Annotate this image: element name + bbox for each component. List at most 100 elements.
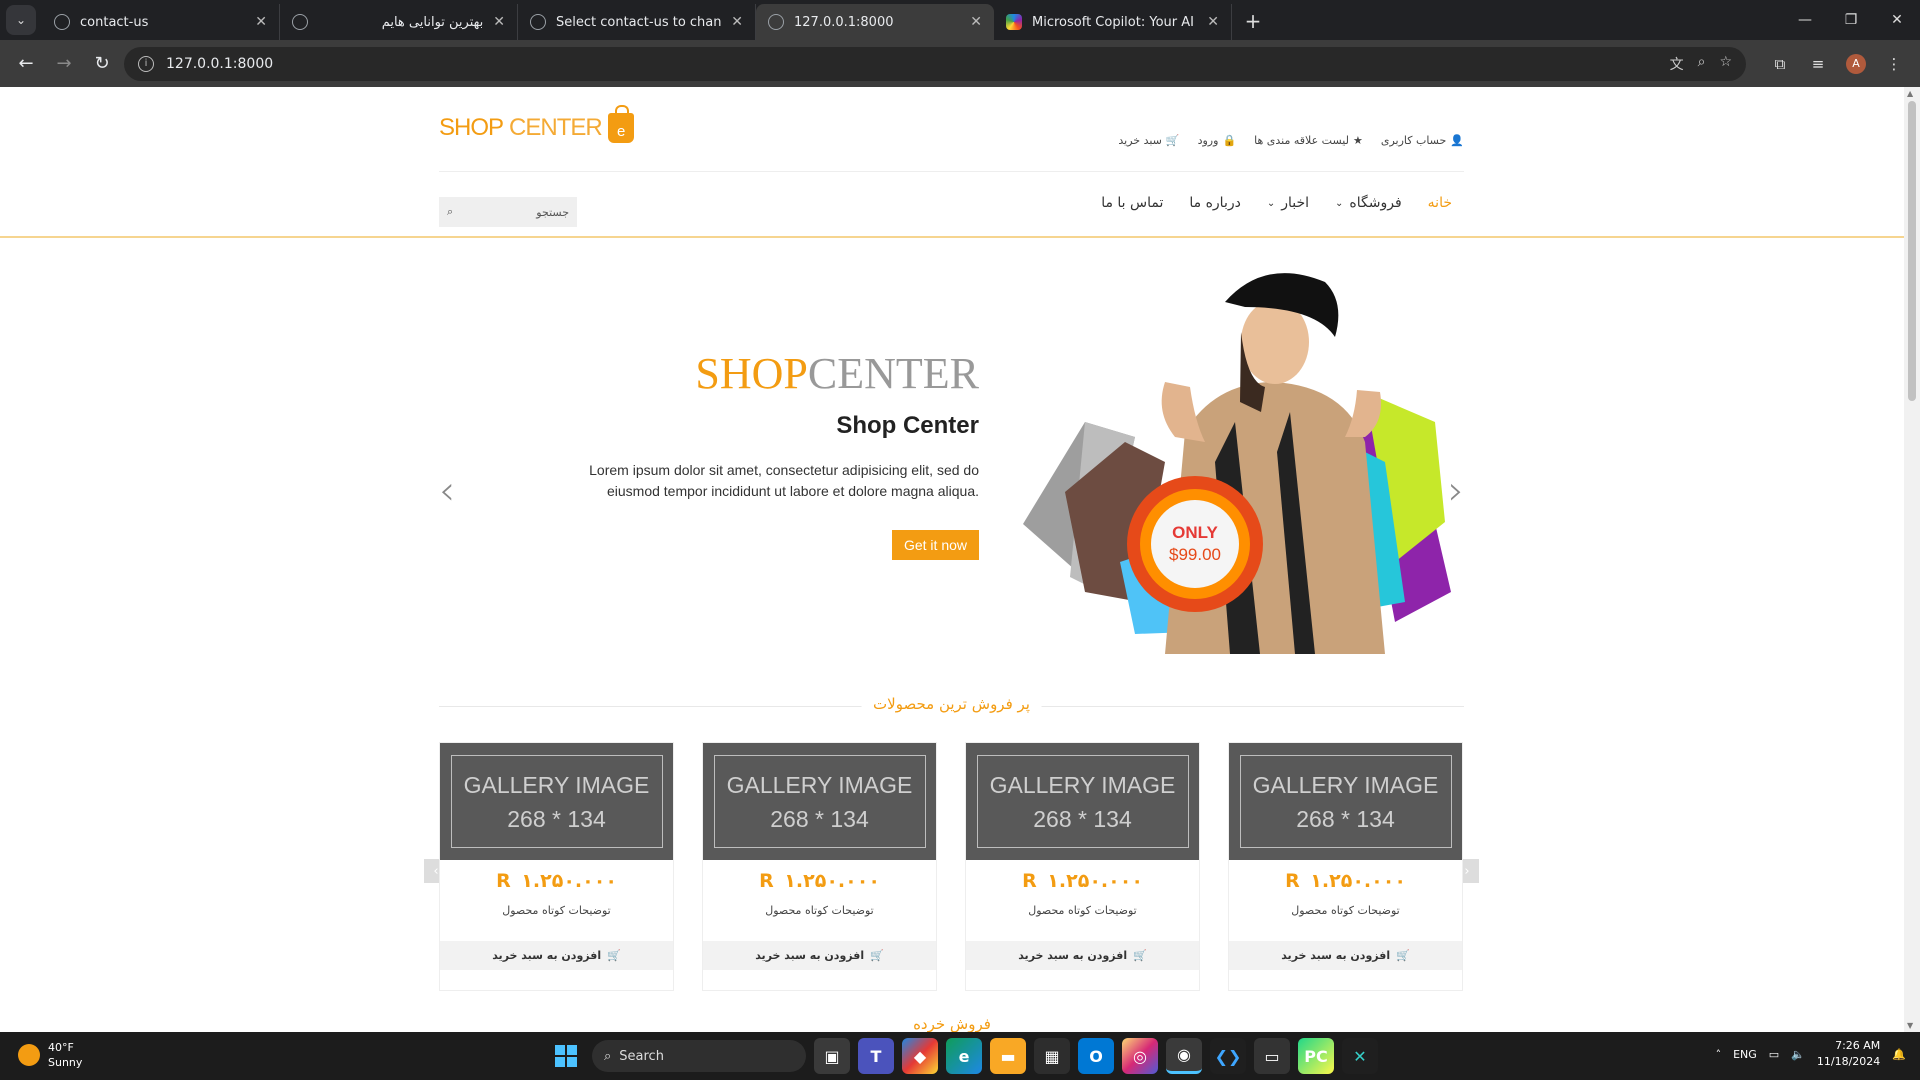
scroll-down-icon[interactable]: ▼ bbox=[1907, 1021, 1913, 1030]
bookmark-star-icon[interactable]: ☆ bbox=[1719, 54, 1732, 74]
get-it-now-button[interactable]: Get it now bbox=[891, 530, 979, 560]
nav-item-news[interactable]: اخبار ⌄ bbox=[1267, 195, 1309, 211]
new-tab-button[interactable]: + bbox=[1238, 6, 1268, 36]
badge-price-text: $99.00 bbox=[1169, 545, 1221, 564]
teams-icon[interactable]: T bbox=[858, 1038, 894, 1074]
tab-abilities[interactable]: بهترین توانایی هایم ✕ bbox=[280, 4, 518, 40]
copilot-taskbar-icon[interactable]: ◆ bbox=[902, 1038, 938, 1074]
scroll-up-icon[interactable]: ▲ bbox=[1907, 89, 1913, 98]
login-link[interactable]: 🔒 ورود bbox=[1198, 134, 1237, 147]
tab-contact-us[interactable]: contact-us ✕ bbox=[42, 4, 280, 40]
image-placeholder-line1: GALLERY IMAGE bbox=[1252, 771, 1439, 798]
tab-django-admin[interactable]: Select contact-us to change | D ✕ bbox=[518, 4, 756, 40]
nav-item-label: فروشگاه bbox=[1349, 195, 1402, 211]
chatgpt-icon bbox=[292, 14, 308, 30]
instagram-icon[interactable]: ◎ bbox=[1122, 1038, 1158, 1074]
account-link[interactable]: 👤 حساب کاربری bbox=[1381, 134, 1464, 147]
product-image[interactable]: GALLERY IMAGE 268 * 134 bbox=[1229, 743, 1462, 860]
pycharm-icon[interactable]: PC bbox=[1298, 1038, 1334, 1074]
close-icon[interactable]: ✕ bbox=[255, 14, 267, 30]
extensions-icon[interactable]: ⧉ bbox=[1764, 48, 1796, 80]
terminal-icon[interactable]: ▭ bbox=[1254, 1038, 1290, 1074]
microsoft-store-icon[interactable]: ▦ bbox=[1034, 1038, 1070, 1074]
best-sellers-header: پر فروش ترین محصولات bbox=[439, 692, 1464, 722]
nav-item-home[interactable]: خانه bbox=[1428, 195, 1452, 211]
product-card[interactable]: GALLERY IMAGE 268 * 134 R ۱.۲۵۰.۰۰۰ توضی… bbox=[1228, 742, 1463, 991]
forward-button[interactable]: → bbox=[48, 48, 80, 80]
nav-item-contact[interactable]: تماس با ما bbox=[1101, 195, 1163, 211]
add-to-cart-button[interactable]: 🛒 افزودن به سبد خرید bbox=[440, 941, 673, 970]
add-to-cart-button[interactable]: 🛒 افزودن به سبد خرید bbox=[966, 941, 1199, 970]
zoom-icon[interactable]: ⌕ bbox=[1698, 54, 1706, 74]
volume-icon[interactable]: 🔈 bbox=[1791, 1048, 1805, 1061]
wishlist-link[interactable]: ★ لیست علاقه مندی ها bbox=[1254, 134, 1363, 147]
network-icon[interactable]: ▭ bbox=[1769, 1048, 1779, 1061]
clock[interactable]: 7:26 AM 11/18/2024 bbox=[1817, 1038, 1880, 1070]
url-text[interactable]: 127.0.0.1:8000 bbox=[166, 56, 1658, 72]
product-price: R ۱.۲۵۰.۰۰۰ bbox=[1022, 870, 1143, 892]
product-card[interactable]: GALLERY IMAGE 268 * 134 R ۱.۲۵۰.۰۰۰ توضی… bbox=[702, 742, 937, 991]
close-window-icon[interactable]: ✕ bbox=[1874, 0, 1920, 40]
close-icon[interactable]: ✕ bbox=[493, 14, 505, 30]
search-icon[interactable]: ⌕ bbox=[447, 205, 453, 219]
file-explorer-icon[interactable]: ▬ bbox=[990, 1038, 1026, 1074]
avatar: A bbox=[1846, 53, 1866, 74]
product-description: توضیحات کوتاه محصول bbox=[502, 904, 611, 917]
tab-title: 127.0.0.1:8000 bbox=[794, 14, 894, 30]
product-price: R ۱.۲۵۰.۰۰۰ bbox=[496, 870, 617, 892]
back-button[interactable]: ← bbox=[10, 48, 42, 80]
notification-bell-icon[interactable]: 🔔 bbox=[1892, 1048, 1906, 1061]
weather-temp: 40°F bbox=[48, 1041, 74, 1054]
product-image[interactable]: GALLERY IMAGE 268 * 134 bbox=[966, 743, 1199, 860]
login-link-label: ورود bbox=[1197, 134, 1219, 147]
close-icon[interactable]: ✕ bbox=[970, 14, 982, 30]
chevron-up-icon[interactable]: ˄ bbox=[1716, 1048, 1722, 1061]
vscode-icon[interactable]: ❮❯ bbox=[1210, 1038, 1246, 1074]
profile-button[interactable]: A bbox=[1840, 48, 1872, 80]
restore-icon[interactable]: ❐ bbox=[1828, 0, 1874, 40]
windows-start-icon[interactable] bbox=[548, 1038, 584, 1074]
search-input[interactable]: ⌕ جستجو bbox=[439, 197, 577, 227]
product-image[interactable]: GALLERY IMAGE 268 * 134 bbox=[703, 743, 936, 860]
nav-item-shop[interactable]: فروشگاه ⌄ bbox=[1335, 195, 1402, 211]
cart-link[interactable]: 🛒 سبد خرید bbox=[1118, 134, 1179, 147]
tab-copilot[interactable]: Microsoft Copilot: Your AI comp ✕ bbox=[994, 4, 1232, 40]
more-menu-icon[interactable]: ⋮ bbox=[1878, 48, 1910, 80]
weather-widget[interactable]: 40°F Sunny bbox=[18, 1040, 82, 1070]
account-link-label: حساب کاربری bbox=[1380, 134, 1447, 147]
add-to-cart-button[interactable]: 🛒 افزودن به سبد خرید bbox=[1229, 941, 1462, 970]
taskbar-apps: ⌕ Search ▣ T ◆ e ▬ ▦ O ◎ ◉ ❮❯ ▭ PC ✕ bbox=[548, 1038, 1378, 1074]
minimize-icon[interactable]: — bbox=[1782, 0, 1828, 40]
taskbar-search[interactable]: ⌕ Search bbox=[592, 1040, 806, 1072]
chrome-icon[interactable]: ◉ bbox=[1166, 1038, 1202, 1074]
slider-prev-arrow[interactable]: ‹ bbox=[439, 468, 455, 514]
product-card[interactable]: GALLERY IMAGE 268 * 134 R ۱.۲۵۰.۰۰۰ توضی… bbox=[965, 742, 1200, 991]
close-icon[interactable]: ✕ bbox=[1207, 14, 1219, 30]
site-logo[interactable]: SHOP CENTER e bbox=[439, 105, 634, 143]
edge-icon[interactable]: e bbox=[946, 1038, 982, 1074]
translate-icon[interactable]: 文 bbox=[1670, 54, 1684, 74]
close-icon[interactable]: ✕ bbox=[731, 14, 743, 30]
language-indicator[interactable]: ENG bbox=[1733, 1048, 1757, 1061]
tab-title: Select contact-us to change | D bbox=[556, 14, 722, 30]
image-placeholder-line2: 268 * 134 bbox=[1296, 805, 1395, 832]
site-info-icon[interactable]: i bbox=[138, 55, 154, 72]
hero-subtitle: Shop Center bbox=[836, 412, 979, 439]
page-scrollbar[interactable]: ▲ ▼ bbox=[1904, 87, 1920, 1032]
product-card[interactable]: GALLERY IMAGE 268 * 134 R ۱.۲۵۰.۰۰۰ توضی… bbox=[439, 742, 674, 991]
scrollbar-thumb[interactable] bbox=[1908, 101, 1916, 401]
address-bar[interactable]: i 127.0.0.1:8000 文 ⌕ ☆ bbox=[124, 46, 1746, 81]
product-image[interactable]: GALLERY IMAGE 268 * 134 bbox=[440, 743, 673, 860]
add-to-cart-button[interactable]: 🛒 افزودن به سبد خرید bbox=[703, 941, 936, 970]
tab-localhost[interactable]: 127.0.0.1:8000 ✕ bbox=[756, 4, 994, 40]
xcode-tool-icon[interactable]: ✕ bbox=[1342, 1038, 1378, 1074]
task-view-icon[interactable]: ▣ bbox=[814, 1038, 850, 1074]
image-placeholder: GALLERY IMAGE 268 * 134 bbox=[450, 755, 663, 848]
logo-shop-text: SHOP bbox=[439, 114, 504, 141]
nav-item-about[interactable]: درباره ما bbox=[1189, 195, 1240, 211]
outlook-icon[interactable]: O bbox=[1078, 1038, 1114, 1074]
reload-button[interactable]: ↻ bbox=[86, 48, 118, 80]
logo-center-text: CENTER bbox=[509, 114, 603, 141]
tab-search-button[interactable]: ⌄ bbox=[6, 5, 36, 35]
media-controls-icon[interactable]: ≡ bbox=[1802, 48, 1834, 80]
